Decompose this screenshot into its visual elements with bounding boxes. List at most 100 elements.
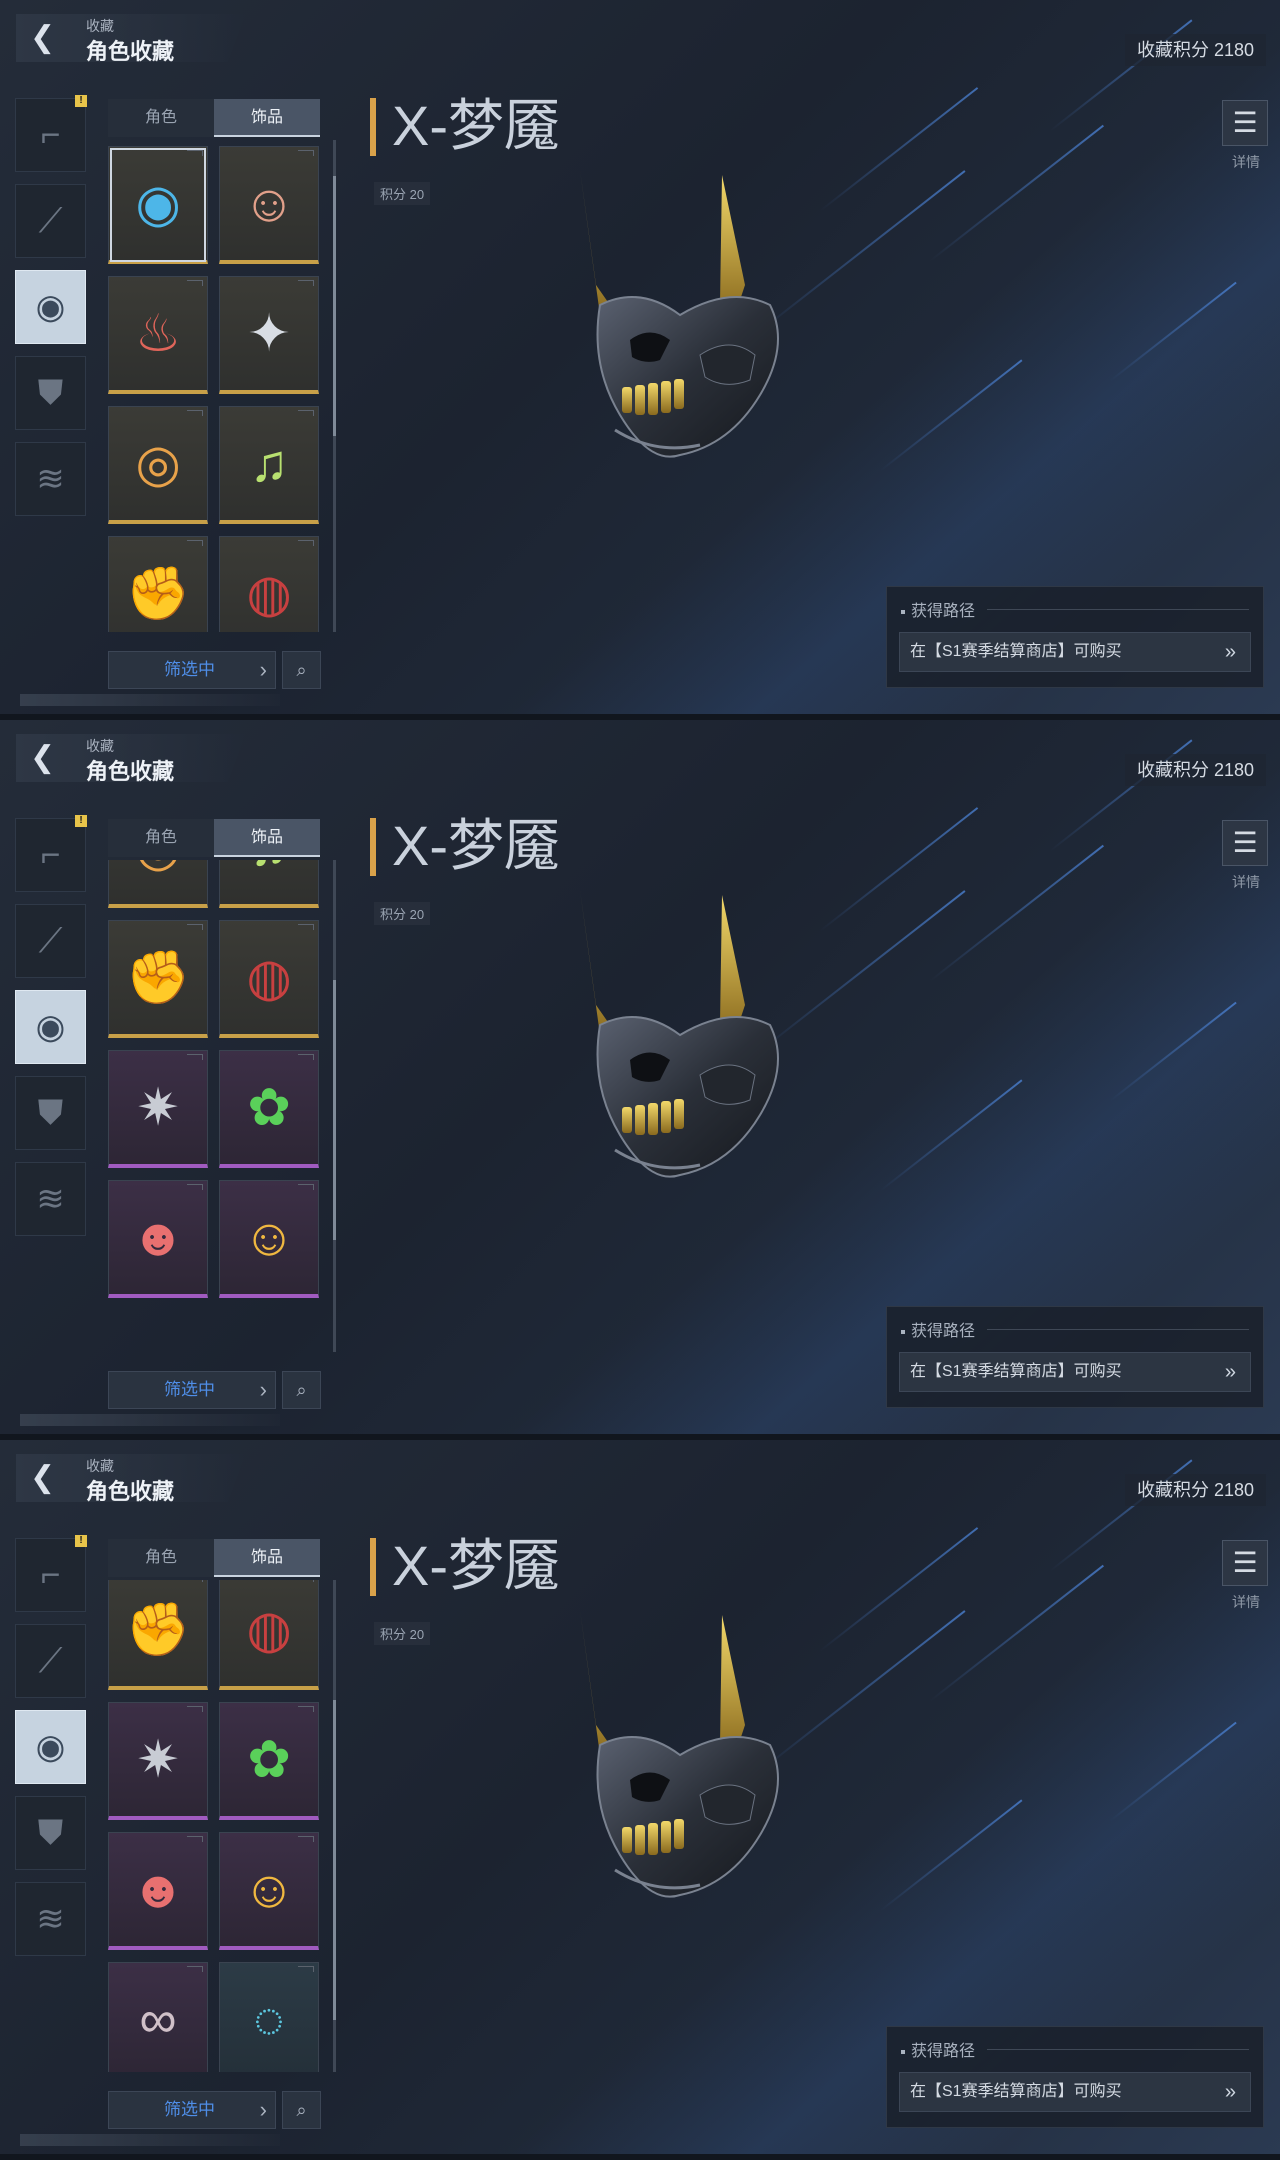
item-tile[interactable]: ☺: [219, 146, 319, 264]
item-tile[interactable]: ◎: [108, 406, 208, 524]
item-tile[interactable]: ✊: [108, 920, 208, 1038]
list-icon: ☰: [1232, 827, 1258, 858]
category-armor[interactable]: ⛊: [15, 356, 86, 430]
item-tile[interactable]: ✊: [108, 536, 208, 632]
back-arrow-icon[interactable]: ❮: [30, 22, 66, 54]
gauntlet-icon: ✊: [125, 1601, 191, 1659]
acquire-method-button[interactable]: 在【S1赛季结算商店】可购买 »: [899, 632, 1251, 672]
grid-scrollbar[interactable]: [333, 860, 336, 1352]
category-glider[interactable]: ≋: [15, 1162, 86, 1236]
girl-head-icon: ☺: [242, 174, 296, 233]
ufo-pig-icon: ◎: [135, 434, 181, 493]
category-mask[interactable]: ◉: [15, 1710, 86, 1784]
name-accent-bar: [370, 818, 376, 876]
scrollbar-thumb[interactable]: [333, 176, 336, 436]
tab-characters[interactable]: 角色: [108, 1539, 214, 1577]
category-mask[interactable]: ◉: [15, 990, 86, 1064]
grid-scrollbar[interactable]: [333, 140, 336, 632]
item-grid[interactable]: ◉ ☺ ♨ ✦ ◎ ♫ ✊ ◍: [108, 140, 322, 632]
category-melee[interactable]: ⟋: [15, 184, 86, 258]
item-tile[interactable]: ✿: [219, 1702, 319, 1820]
item-tile[interactable]: ◍: [219, 920, 319, 1038]
item-tile[interactable]: ✊: [108, 1580, 208, 1690]
item-tile[interactable]: ◍: [219, 1580, 319, 1690]
search-button[interactable]: ⌕: [282, 1371, 321, 1409]
back-arrow-icon[interactable]: ❮: [30, 742, 66, 774]
tab-characters[interactable]: 角色: [108, 99, 214, 137]
category-pistol[interactable]: ⌐ !: [15, 1535, 87, 1612]
back-arrow-icon[interactable]: ❮: [30, 1462, 66, 1494]
item-points: 积分 20: [374, 182, 431, 205]
armor-icon: ⛊: [37, 1813, 64, 1852]
filter-label: 筛选中: [164, 2100, 215, 2119]
category-melee[interactable]: ⟋: [15, 904, 86, 978]
pig-icon: ♨: [134, 304, 182, 363]
item-points: 积分 20: [374, 902, 431, 925]
item-tile[interactable]: ☺: [219, 1180, 319, 1298]
scrollbar-thumb[interactable]: [333, 980, 336, 1240]
tab-accessories[interactable]: 饰品: [214, 1539, 320, 1577]
item-tile[interactable]: ♫: [219, 860, 319, 908]
tile-corner: [298, 1966, 314, 1972]
item-tile[interactable]: ✦: [219, 276, 319, 394]
tile-corner: [298, 280, 314, 286]
item-tile[interactable]: ☺: [219, 1832, 319, 1950]
mask-icon: ◉: [35, 288, 66, 326]
item-tile[interactable]: ◍: [219, 536, 319, 632]
pistol-icon: ⌐: [40, 115, 61, 154]
detail-button[interactable]: ☰: [1222, 1540, 1268, 1586]
search-button[interactable]: ⌕: [282, 651, 321, 689]
item-tile[interactable]: ✷: [108, 1050, 208, 1168]
tab-characters[interactable]: 角色: [108, 819, 214, 857]
detail-button[interactable]: ☰: [1222, 820, 1268, 866]
category-melee[interactable]: ⟋: [15, 1624, 86, 1698]
acquire-method-button[interactable]: 在【S1赛季结算商店】可购买 »: [899, 2072, 1251, 2112]
bg-streak: [819, 87, 979, 212]
detail-button[interactable]: ☰: [1222, 100, 1268, 146]
item-tile[interactable]: ◌: [219, 1962, 319, 2072]
item-tile[interactable]: ♨: [108, 276, 208, 394]
melee-icon: ⟋: [38, 921, 63, 960]
item-grid[interactable]: ◎ ♫ ✊ ◍ ✷ ✿ ☻ ☺: [108, 860, 322, 1352]
collection-screen: ❮ 收藏 角色收藏 收藏积分 2180 ⌐ ! ⟋ ◉ ⛊ ≋ 角色 饰品 ◎ …: [0, 720, 1280, 1440]
grid-scrollbar[interactable]: [333, 1580, 336, 2072]
acquire-method-button[interactable]: 在【S1赛季结算商店】可购买 »: [899, 1352, 1251, 1392]
category-mask[interactable]: ◉: [15, 270, 86, 344]
acquire-title: 获得路径: [901, 597, 975, 621]
acquire-panel: 获得路径 在【S1赛季结算商店】可购买 »: [886, 1306, 1264, 1408]
scrollbar-thumb[interactable]: [333, 1700, 336, 2020]
melee-icon: ⟋: [38, 1641, 63, 1680]
item-tile[interactable]: ☻: [108, 1180, 208, 1298]
category-armor[interactable]: ⛊: [15, 1796, 86, 1870]
item-tile[interactable]: ◉: [108, 146, 208, 264]
pilot-pig-icon: ☻: [130, 1208, 186, 1267]
category-glider[interactable]: ≋: [15, 1882, 86, 1956]
item-preview[interactable]: [560, 1605, 820, 1915]
glasses-icon: ∞: [139, 1990, 177, 2049]
tile-corner: [187, 924, 203, 930]
item-tile[interactable]: ☻: [108, 1832, 208, 1950]
item-tile[interactable]: ♫: [219, 406, 319, 524]
category-glider[interactable]: ≋: [15, 442, 86, 516]
filter-button[interactable]: 筛选中 ›: [108, 651, 276, 689]
item-preview[interactable]: [560, 165, 820, 475]
search-button[interactable]: ⌕: [282, 2091, 321, 2129]
bg-streak: [1109, 1721, 1237, 1822]
item-preview[interactable]: [560, 885, 820, 1195]
green-pig-icon: ✿: [247, 1078, 291, 1137]
item-tile[interactable]: ∞: [108, 1962, 208, 2072]
item-grid[interactable]: ✊ ◍ ✷ ✿ ☻ ☺ ∞ ◌: [108, 1580, 322, 2072]
category-pistol[interactable]: ⌐ !: [15, 95, 87, 172]
item-tile[interactable]: ✿: [219, 1050, 319, 1168]
bg-streak: [1109, 281, 1237, 382]
tab-accessories[interactable]: 饰品: [214, 99, 320, 137]
tab-accessories[interactable]: 饰品: [214, 819, 320, 857]
filter-button[interactable]: 筛选中 ›: [108, 1371, 276, 1409]
item-tile[interactable]: ◎: [108, 860, 208, 908]
filter-button[interactable]: 筛选中 ›: [108, 2091, 276, 2129]
acquire-method-text: 在【S1赛季结算商店】可购买: [910, 643, 1122, 660]
category-pistol[interactable]: ⌐ !: [15, 815, 87, 892]
item-tile[interactable]: ✷: [108, 1702, 208, 1820]
footer-blur: [20, 2134, 280, 2146]
category-armor[interactable]: ⛊: [15, 1076, 86, 1150]
